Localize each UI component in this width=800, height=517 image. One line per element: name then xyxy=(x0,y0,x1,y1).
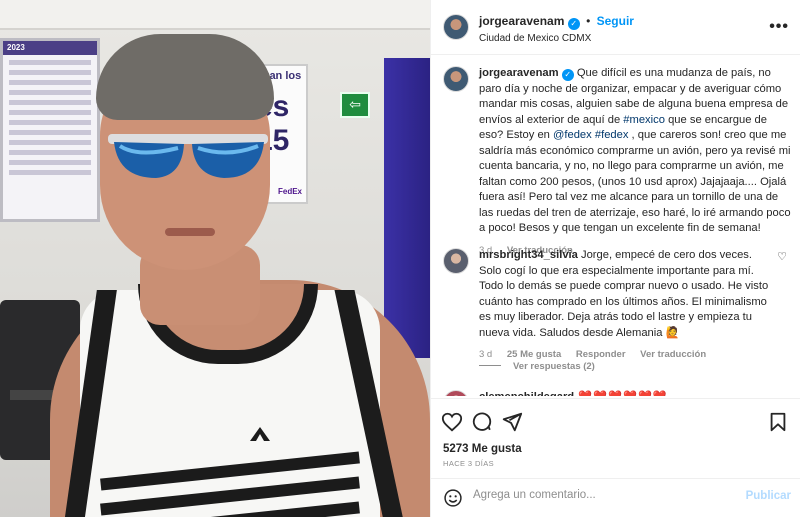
post-side-panel: jorgearavenam ✓ • Seguir Ciudad de Mexic… xyxy=(430,0,800,517)
comment-text: clemenchildegard ❤️❤️❤️❤️❤️❤️ xyxy=(479,390,793,396)
comment-text: mrsbright34_silvia Jorge, empecé de cero… xyxy=(479,249,769,339)
view-replies-button[interactable]: Ver respuestas (2) xyxy=(479,361,595,372)
post-header-info: jorgearavenam ✓ • Seguir Ciudad de Mexic… xyxy=(479,14,634,44)
replies-divider xyxy=(479,365,501,366)
quiksilver-icon xyxy=(250,427,270,441)
verified-badge-icon: ✓ xyxy=(561,69,574,81)
hashtag-mexico[interactable]: #mexico xyxy=(623,114,665,126)
poster-brand: FedEx xyxy=(277,187,302,196)
photo-notice-board: 2023 xyxy=(0,38,100,222)
sunglasses-icon xyxy=(108,134,268,178)
reply-button[interactable]: Responder xyxy=(576,349,626,360)
post-actions: 5273 Me gusta HACE 3 DÍAS xyxy=(431,398,800,478)
verified-badge-icon: ✓ xyxy=(567,18,580,30)
comment-time: 3 d xyxy=(479,349,493,360)
like-heart-icon[interactable] xyxy=(441,411,463,433)
emoji-icon[interactable] xyxy=(443,488,463,508)
exit-sign-icon: ⇦ xyxy=(340,92,370,118)
notice-board-header: 2023 xyxy=(3,41,97,55)
caption-avatar[interactable] xyxy=(443,66,469,92)
caption: jorgearavenam ✓ Que difícil es una mudan… xyxy=(443,66,793,256)
save-bookmark-icon[interactable] xyxy=(767,411,789,433)
photo-ceiling xyxy=(0,0,430,30)
post-header: jorgearavenam ✓ • Seguir Ciudad de Mexic… xyxy=(431,0,800,55)
post-timestamp: HACE 3 DÍAS xyxy=(443,459,495,468)
person-mouth xyxy=(165,228,215,236)
follow-button[interactable]: Seguir xyxy=(597,14,634,28)
caption-text: jorgearavenam ✓ Que difícil es una mudan… xyxy=(479,67,791,234)
comment-translate-button[interactable]: Ver traducción xyxy=(640,349,706,360)
caption-author[interactable]: jorgearavenam xyxy=(479,67,559,79)
photo-pillar xyxy=(384,58,430,358)
comment-item: mrsbright34_silvia Jorge, empecé de cero… xyxy=(443,248,793,360)
comment-likes[interactable]: 25 Me gusta xyxy=(507,349,561,360)
separator-dot: • xyxy=(586,14,591,28)
comment-input[interactable] xyxy=(473,489,723,501)
author-username[interactable]: jorgearavenam xyxy=(479,14,564,28)
mention-fedex[interactable]: @fedex xyxy=(553,129,592,141)
hashtag-fedex[interactable]: #fedex xyxy=(595,129,629,141)
post-photo[interactable]: 2023 nuan los es 15 FedEx ⇦ xyxy=(0,0,430,517)
author-avatar[interactable] xyxy=(443,14,469,40)
comments-list[interactable]: jorgearavenam ✓ Que difícil es una mudan… xyxy=(431,56,800,396)
comment-avatar[interactable] xyxy=(443,390,469,396)
comment-author[interactable]: clemenchildegard xyxy=(479,391,574,396)
post-viewer: 2023 nuan los es 15 FedEx ⇦ jorgearavena… xyxy=(0,0,800,517)
share-send-icon[interactable] xyxy=(501,411,523,433)
post-likes-count[interactable]: 5273 Me gusta xyxy=(443,443,522,455)
comment-author[interactable]: mrsbright34_silvia xyxy=(479,249,578,261)
publish-button[interactable]: Publicar xyxy=(746,490,791,502)
comment-composer: Publicar xyxy=(431,478,800,517)
more-options-icon[interactable]: ••• xyxy=(769,18,789,36)
comment-meta: 3 d 25 Me gusta Responder Ver traducción xyxy=(479,349,793,360)
post-location[interactable]: Ciudad de Mexico CDMX xyxy=(479,33,634,44)
comment-avatar[interactable] xyxy=(443,248,469,274)
comment-bubble-icon[interactable] xyxy=(471,411,493,433)
person-hair xyxy=(96,34,274,120)
like-comment-heart-icon[interactable]: ♡ xyxy=(777,250,787,263)
comment-item: clemenchildegard ❤️❤️❤️❤️❤️❤️ xyxy=(443,390,793,396)
